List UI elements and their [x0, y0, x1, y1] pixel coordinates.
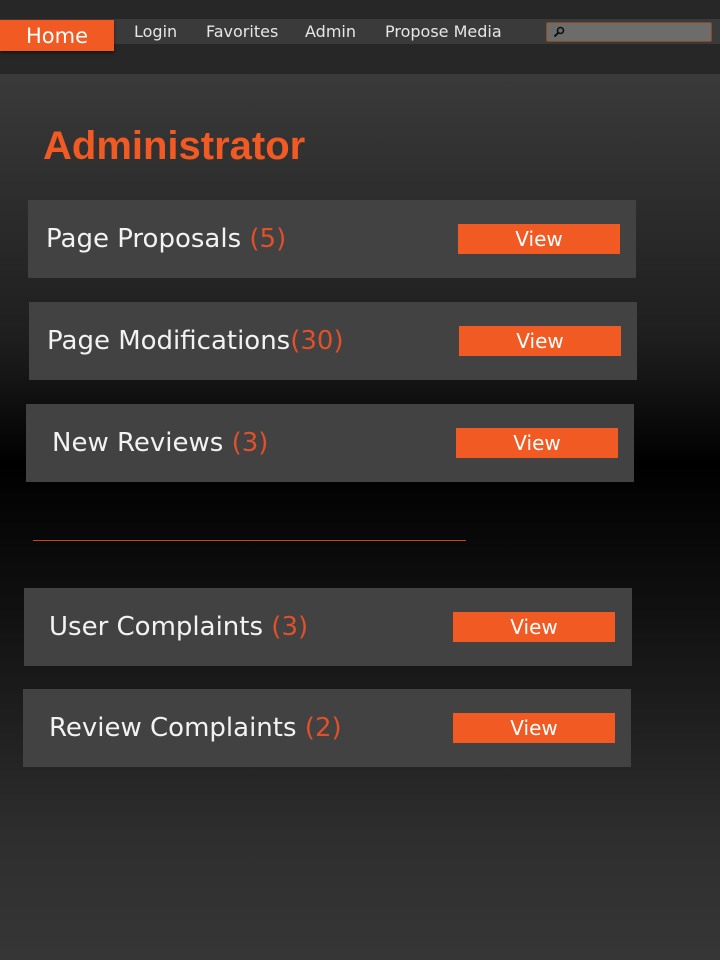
card-label: New Reviews (3): [52, 404, 268, 482]
card-page-proposals: Page Proposals (5) View: [28, 200, 636, 278]
search-icon: [553, 26, 565, 38]
card-label: Page Modifications(30): [47, 302, 344, 380]
nav-link-login[interactable]: Login: [134, 19, 177, 44]
card-user-complaints: User Complaints (3) View: [24, 588, 632, 666]
card-count: (3): [271, 612, 309, 642]
card-count: (3): [231, 428, 269, 458]
page-title: Administrator: [43, 124, 306, 168]
view-review-complaints-button[interactable]: View: [453, 713, 615, 743]
card-label: User Complaints (3): [49, 588, 308, 666]
card-title: New Reviews: [52, 428, 224, 458]
nav-home-tab[interactable]: Home: [0, 20, 114, 51]
search-input[interactable]: [546, 22, 712, 42]
card-label: Page Proposals (5): [46, 200, 286, 278]
card-new-reviews: New Reviews (3) View: [26, 404, 634, 482]
view-user-complaints-button[interactable]: View: [453, 612, 615, 642]
card-label: Review Complaints (2): [49, 689, 342, 767]
section-divider: [33, 540, 466, 541]
view-page-proposals-button[interactable]: View: [458, 224, 620, 254]
card-title: Page Proposals: [46, 224, 242, 254]
nav-link-admin[interactable]: Admin: [305, 19, 356, 44]
card-page-modifications: Page Modifications(30) View: [29, 302, 637, 380]
card-title: User Complaints: [49, 612, 264, 642]
nav-link-propose-media[interactable]: Propose Media: [385, 19, 502, 44]
card-review-complaints: Review Complaints (2) View: [23, 689, 631, 767]
view-page-modifications-button[interactable]: View: [459, 326, 621, 356]
card-count: (5): [249, 224, 287, 254]
nav-link-favorites[interactable]: Favorites: [206, 19, 278, 44]
card-count: (30): [290, 326, 344, 356]
card-count: (2): [304, 713, 342, 743]
card-title: Review Complaints: [49, 713, 297, 743]
card-title: Page Modifications: [47, 326, 291, 356]
view-new-reviews-button[interactable]: View: [456, 428, 618, 458]
